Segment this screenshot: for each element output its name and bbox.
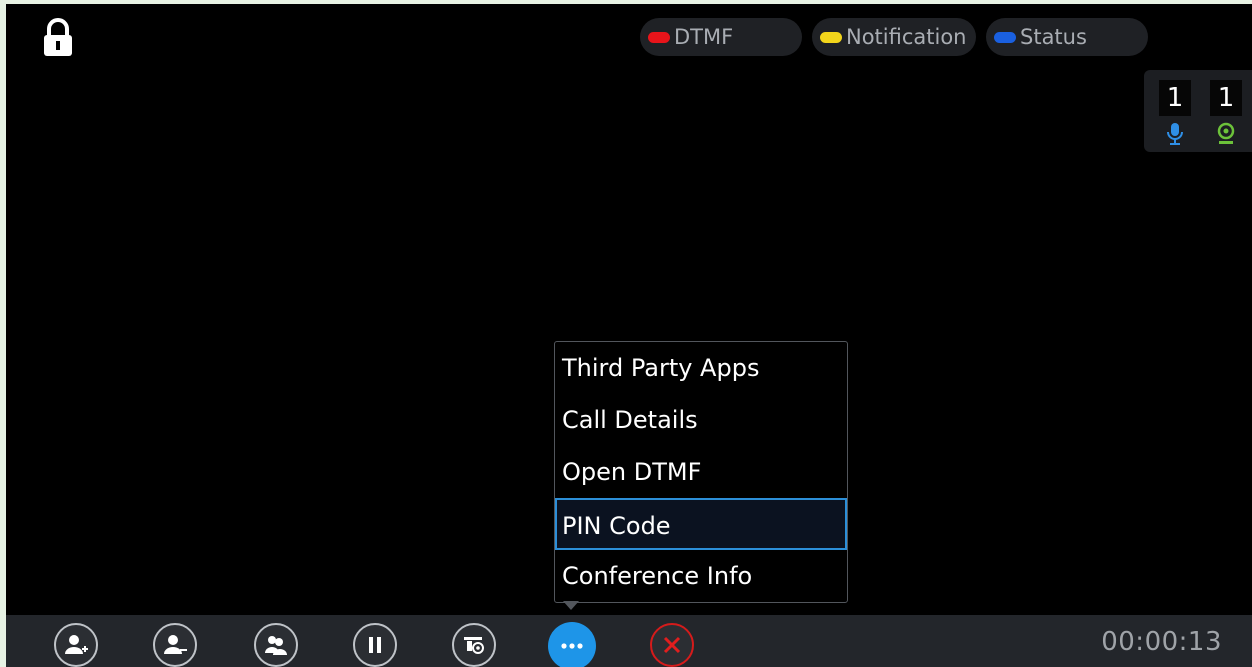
more-options-menu: Third Party Apps Call Details Open DTMF …: [554, 341, 848, 603]
menu-pointer: [563, 601, 579, 610]
mic-count: 1: [1159, 80, 1191, 116]
microphone-icon: [1167, 123, 1183, 145]
hold-icon: [369, 637, 381, 653]
camera-count: 1: [1210, 80, 1242, 116]
presentation-icon: [464, 637, 484, 654]
notification-dot-icon: [820, 31, 842, 43]
call-timer: 00:00:13: [1101, 627, 1222, 657]
end-call-button[interactable]: [650, 623, 694, 667]
legend-status-label: Status: [1020, 25, 1087, 49]
hold-button[interactable]: [353, 623, 397, 667]
legend-dtmf: DTMF: [640, 18, 802, 56]
camera-icon: [1217, 122, 1235, 144]
add-participant-button[interactable]: [54, 623, 98, 667]
call-screen: DTMF Notification Status 1 1 Third Party…: [6, 4, 1252, 667]
add-participant-icon: [65, 635, 88, 654]
media-stats-panel: 1 1: [1144, 70, 1252, 152]
dtmf-dot-icon: [648, 31, 670, 43]
remove-participant-icon: [164, 635, 187, 654]
participants-icon: [265, 636, 287, 655]
legend-notification-label: Notification: [846, 25, 967, 49]
legend-status: Status: [986, 18, 1148, 56]
legend-dtmf-label: DTMF: [674, 25, 734, 49]
menu-item-call-details[interactable]: Call Details: [555, 394, 847, 446]
menu-item-open-dtmf[interactable]: Open DTMF: [555, 446, 847, 498]
more-icon: [561, 643, 583, 649]
menu-item-conference-info[interactable]: Conference Info: [555, 550, 847, 602]
remove-participant-button[interactable]: [153, 623, 197, 667]
participants-button[interactable]: [254, 623, 298, 667]
legend-notification: Notification: [812, 18, 976, 56]
call-toolbar: 00:00:13: [6, 615, 1252, 667]
end-call-icon: [663, 636, 681, 654]
more-options-button[interactable]: [548, 622, 596, 667]
presentation-button[interactable]: [452, 623, 496, 667]
status-dot-icon: [994, 31, 1016, 43]
lock-icon: [44, 18, 72, 56]
menu-item-pin-code[interactable]: PIN Code: [555, 498, 847, 550]
menu-item-third-party-apps[interactable]: Third Party Apps: [555, 342, 847, 394]
